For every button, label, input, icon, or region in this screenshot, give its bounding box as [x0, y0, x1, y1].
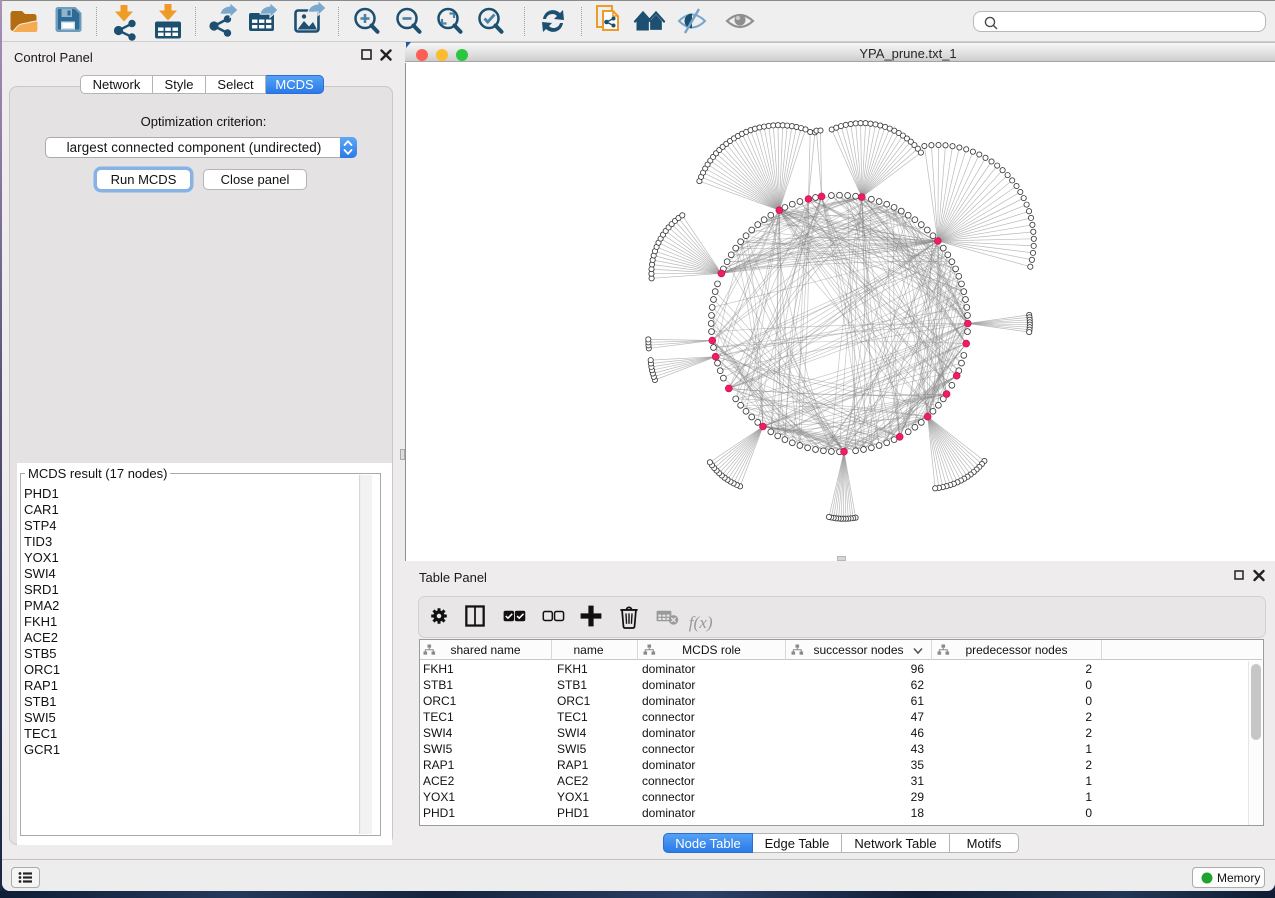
svg-text:f(x): f(x): [689, 613, 713, 632]
